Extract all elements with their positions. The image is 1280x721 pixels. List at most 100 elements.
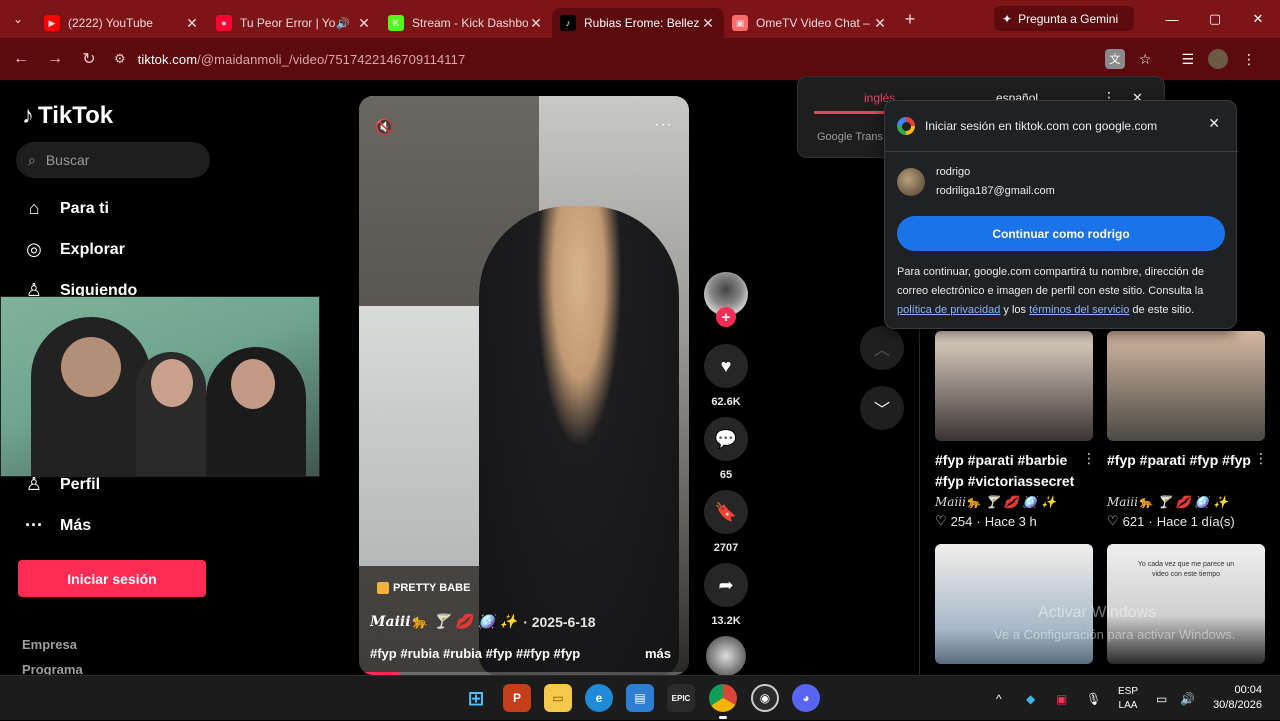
comment-action[interactable]: 💬 65: [704, 417, 748, 481]
volume-icon[interactable]: 🔊: [1180, 676, 1195, 721]
account-name: rodrigo: [936, 166, 971, 178]
profile-icon: ♙: [25, 474, 43, 494]
reading-list-icon[interactable]: ☰: [1181, 51, 1194, 68]
tab-audio-icon[interactable]: 🔊: [336, 17, 350, 30]
windows-start-icon[interactable]: ⊞: [462, 684, 490, 712]
network-icon[interactable]: ▭: [1156, 676, 1167, 721]
related-thumbnail-2[interactable]: [1107, 331, 1265, 441]
discord-icon[interactable]: ◕: [792, 684, 820, 712]
account-avatar: [897, 168, 925, 196]
obs-icon[interactable]: ◉: [751, 684, 779, 712]
sidebar-item-explorar[interactable]: ◎ Explorar: [22, 239, 125, 260]
browser-tab-3[interactable]: K Stream - Kick Dashbo ✕: [380, 8, 552, 38]
badge-icon: [377, 582, 389, 594]
forward-arrow-icon[interactable]: →: [38, 42, 72, 76]
microphone-icon[interactable]: 🎙: [1086, 676, 1101, 721]
signin-close-icon[interactable]: ✕: [1208, 115, 1220, 132]
file-explorer-icon[interactable]: ▭: [544, 684, 572, 712]
tab-close-icon[interactable]: ✕: [528, 15, 544, 32]
back-arrow-icon[interactable]: ←: [4, 42, 38, 76]
video-more-link[interactable]: más: [645, 646, 671, 661]
powerpoint-icon[interactable]: P: [503, 684, 531, 712]
webcam-overlay: [0, 296, 320, 477]
privacy-policy-link[interactable]: política de privacidad: [897, 304, 1000, 316]
video-subject: [479, 206, 679, 675]
browser-tab-2[interactable]: ● Tu Peor Error | You 🔊 ✕: [208, 8, 380, 38]
tab-close-icon[interactable]: ✕: [872, 15, 888, 32]
new-tab-button[interactable]: +: [896, 9, 924, 30]
related-user-1[interactable]: Maiii🐆 🍸 💋 🪩 ✨: [935, 495, 1056, 509]
home-icon: ⌂: [28, 198, 40, 218]
mute-icon[interactable]: 🔇: [375, 118, 394, 136]
continue-as-button[interactable]: Continuar como rodrigo: [897, 216, 1225, 251]
sidebar-item-perfil[interactable]: ♙ Perfil: [22, 474, 100, 495]
webcam-face-middle: [151, 359, 193, 407]
footer-link-empresa[interactable]: Empresa: [22, 637, 77, 652]
gemini-button[interactable]: ✦ Pregunta a Gemini: [994, 6, 1134, 31]
close-window-button[interactable]: ✕: [1236, 0, 1280, 38]
tray-red-app-icon[interactable]: ▣: [1056, 676, 1067, 721]
related-more-icon-1[interactable]: ⋮: [1082, 450, 1096, 467]
terms-link[interactable]: términos del servicio: [1029, 304, 1129, 316]
google-logo-icon: [897, 117, 915, 135]
chevron-down-icon: ﹀: [873, 402, 890, 419]
browser-toolbar: ← → ↻ ⚙ tiktok.com/@maidanmoli_/video/75…: [0, 38, 1280, 80]
tab-close-icon[interactable]: ✕: [184, 15, 200, 32]
related-title-1[interactable]: #fyp #parati #barbie #fyp #victoriassecr…: [935, 450, 1085, 492]
browser-tab-1[interactable]: ▶ (2222) YouTube ✕: [36, 8, 208, 38]
tiktok-logo[interactable]: ♪ TikTok: [22, 102, 113, 130]
sidebar-item-para-ti[interactable]: ⌂ Para ti: [22, 198, 109, 219]
follow-plus-icon[interactable]: +: [716, 307, 736, 327]
video-author[interactable]: Maiii🐆 🍸 💋 🪩 ✨ · 2025-6-18: [370, 614, 596, 630]
profile-avatar[interactable]: [1208, 49, 1228, 69]
browser-tab-5[interactable]: ▣ OmeTV Video Chat – ✕: [724, 8, 896, 38]
tab-favicon-icon: K: [388, 15, 404, 31]
video-player[interactable]: 🔇 ··· PRETTY BABE Maiii🐆 🍸 💋 🪩 ✨ · 2025-6…: [359, 96, 689, 675]
bookmark-star-icon[interactable]: ☆: [1139, 51, 1152, 68]
reload-icon[interactable]: ↻: [72, 42, 106, 76]
minimize-button[interactable]: —: [1150, 0, 1194, 38]
related-title-2[interactable]: #fyp #parati #fyp #fyp: [1107, 450, 1257, 471]
browser-tab-4[interactable]: ♪ Rubias Erome: Belleza ✕: [552, 8, 724, 38]
tab-search-chevron-icon[interactable]: ⌄: [0, 0, 36, 38]
tab-favicon-icon: ▶: [44, 15, 60, 31]
login-button[interactable]: Iniciar sesión: [18, 560, 206, 597]
share-action[interactable]: ➦ 13.2K: [704, 563, 748, 627]
edge-icon[interactable]: e: [585, 684, 613, 712]
site-settings-icon[interactable]: ⚙: [114, 51, 126, 67]
tray-app-icon[interactable]: ◆: [1026, 676, 1035, 721]
save-action[interactable]: 🔖 2707: [704, 490, 748, 554]
chrome-running-indicator: [719, 716, 727, 719]
previous-video-button[interactable]: ︿: [860, 326, 904, 370]
gemini-star-icon: ✦: [1002, 11, 1013, 26]
chrome-icon[interactable]: [709, 684, 737, 712]
video-hashtags[interactable]: #fyp #rubia #rubia #fyp ##fyp #fyp: [370, 646, 580, 661]
tab-title: Stream - Kick Dashbo: [412, 16, 528, 30]
music-disc-avatar[interactable]: [706, 636, 746, 676]
tab-close-icon[interactable]: ✕: [700, 15, 716, 32]
language-indicator[interactable]: ESP LAA: [1118, 685, 1138, 713]
sidebar-item-mas[interactable]: ··· Más: [22, 515, 91, 536]
related-thumbnail-1[interactable]: [935, 331, 1093, 441]
related-meta-2: ♡ 621 · Hace 1 día(s): [1107, 513, 1235, 529]
tray-chevron-up-icon[interactable]: ^: [996, 676, 1002, 721]
related-meta-1: ♡ 254 · Hace 3 h: [935, 513, 1037, 529]
address-bar[interactable]: tiktok.com/@maidanmoli_/video/7517422146…: [138, 52, 466, 67]
maximize-button[interactable]: ▢: [1193, 0, 1237, 38]
tab-close-icon[interactable]: ✕: [356, 15, 372, 32]
system-clock[interactable]: 00:04 30/8/2026: [1213, 683, 1262, 713]
chrome-menu-icon[interactable]: ⋮: [1242, 51, 1256, 68]
tab-favicon-icon: ♪: [560, 15, 576, 31]
video-more-icon[interactable]: ···: [654, 116, 673, 134]
related-more-icon-2[interactable]: ⋮: [1254, 450, 1268, 467]
translate-icon[interactable]: 文: [1104, 49, 1125, 69]
next-video-button[interactable]: ﹀: [860, 386, 904, 430]
search-input[interactable]: ⌕ Buscar: [16, 142, 210, 178]
epic-games-icon[interactable]: EPIC: [667, 684, 695, 712]
store-icon[interactable]: ▤: [626, 684, 654, 712]
tab-title: Tu Peor Error | You: [240, 16, 337, 30]
related-user-2[interactable]: Maiii🐆 🍸 💋 🪩 ✨: [1107, 495, 1228, 509]
tiktok-note-icon: ♪: [22, 102, 34, 129]
like-action[interactable]: ♥ 62.6K: [704, 344, 748, 408]
chevron-up-icon: ︿: [873, 342, 890, 359]
